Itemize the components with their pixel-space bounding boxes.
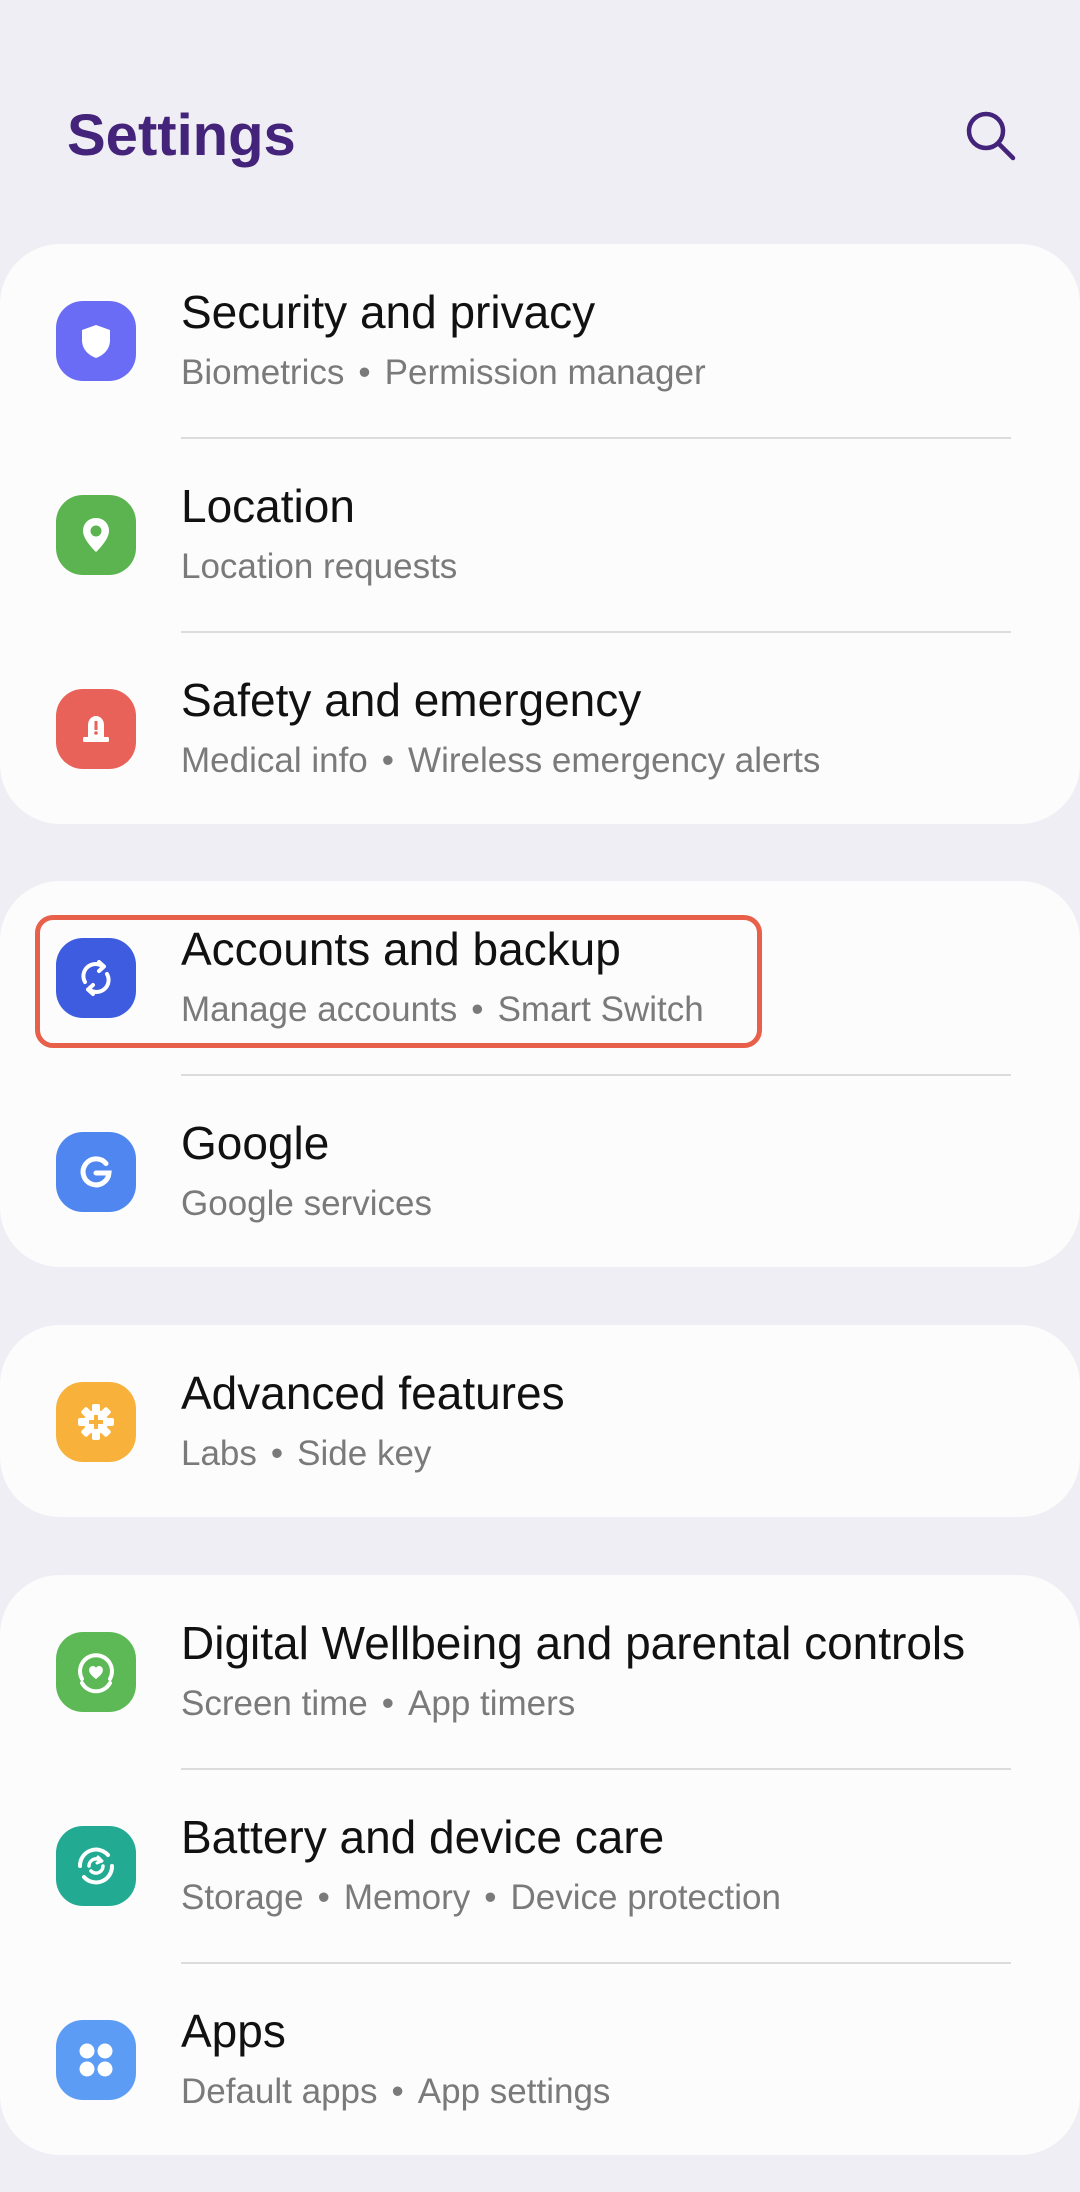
setting-subtitle: Biometrics • Permission manager [181, 353, 706, 392]
location-pin-icon [83, 518, 109, 552]
setting-subtitle: Screen time • App timers [181, 1684, 576, 1723]
wellbeing-heart-icon [78, 1653, 114, 1694]
highlight-frame [35, 915, 762, 1048]
emergency-icon-badge [56, 689, 136, 769]
setting-advanced-features[interactable]: Advanced features Labs • Side key [0, 1325, 1080, 1519]
setting-location[interactable]: Location Location requests [0, 438, 1080, 632]
google-icon-badge [56, 1132, 136, 1212]
settings-group-4: Digital Wellbeing and parental controls … [0, 1575, 1080, 2155]
apps-grid-icon [79, 2043, 113, 2077]
settings-group-3: Advanced features Labs • Side key [0, 1325, 1080, 1517]
gear-plus-icon [78, 1404, 114, 1440]
location-icon-badge [56, 495, 136, 575]
setting-title: Security and privacy [181, 286, 596, 338]
setting-digital-wellbeing[interactable]: Digital Wellbeing and parental controls … [0, 1575, 1080, 1769]
setting-apps[interactable]: Apps Default apps • App settings [0, 1963, 1080, 2157]
header: Settings [0, 0, 1080, 240]
setting-title: Safety and emergency [181, 674, 642, 726]
setting-title: Google [181, 1117, 330, 1169]
setting-subtitle: Storage • Memory • Device protection [181, 1878, 781, 1917]
page-title: Settings [67, 103, 296, 168]
setting-title: Location [181, 480, 355, 532]
setting-title: Advanced features [181, 1367, 565, 1419]
setting-subtitle: Google services [181, 1184, 432, 1223]
setting-safety-and-emergency[interactable]: Safety and emergency Medical info • Wirele… [0, 632, 1080, 826]
setting-security-and-privacy[interactable]: Security and privacy Biometrics • Permissi… [0, 244, 1080, 438]
setting-google[interactable]: Google Google services [0, 1075, 1080, 1269]
search-button[interactable] [955, 100, 1025, 170]
wellbeing-icon-badge [56, 1632, 136, 1712]
setting-subtitle: Location requests [181, 547, 458, 586]
device-care-icon-badge [56, 1826, 136, 1906]
apps-icon-badge [56, 2020, 136, 2100]
search-icon [966, 111, 1016, 161]
setting-subtitle: Medical info • Wireless emergency alerts [181, 741, 821, 780]
setting-title: Battery and device care [181, 1811, 665, 1863]
emergency-light-icon [83, 716, 109, 742]
setting-subtitle: Default apps • App settings [181, 2072, 611, 2111]
settings-group-1: Security and privacy Biometrics • Permissi… [0, 244, 1080, 824]
setting-title: Apps [181, 2005, 286, 2057]
device-care-icon [77, 1847, 115, 1885]
google-icon [80, 1156, 112, 1188]
setting-battery-and-device-care[interactable]: Battery and device care Storage • Memory • D… [0, 1769, 1080, 1963]
setting-title: Digital Wellbeing and parental controls [181, 1617, 966, 1669]
setting-subtitle: Labs • Side key [181, 1434, 432, 1473]
shield-icon [82, 325, 110, 358]
security-icon-badge [56, 301, 136, 381]
advanced-icon-badge [56, 1382, 136, 1462]
